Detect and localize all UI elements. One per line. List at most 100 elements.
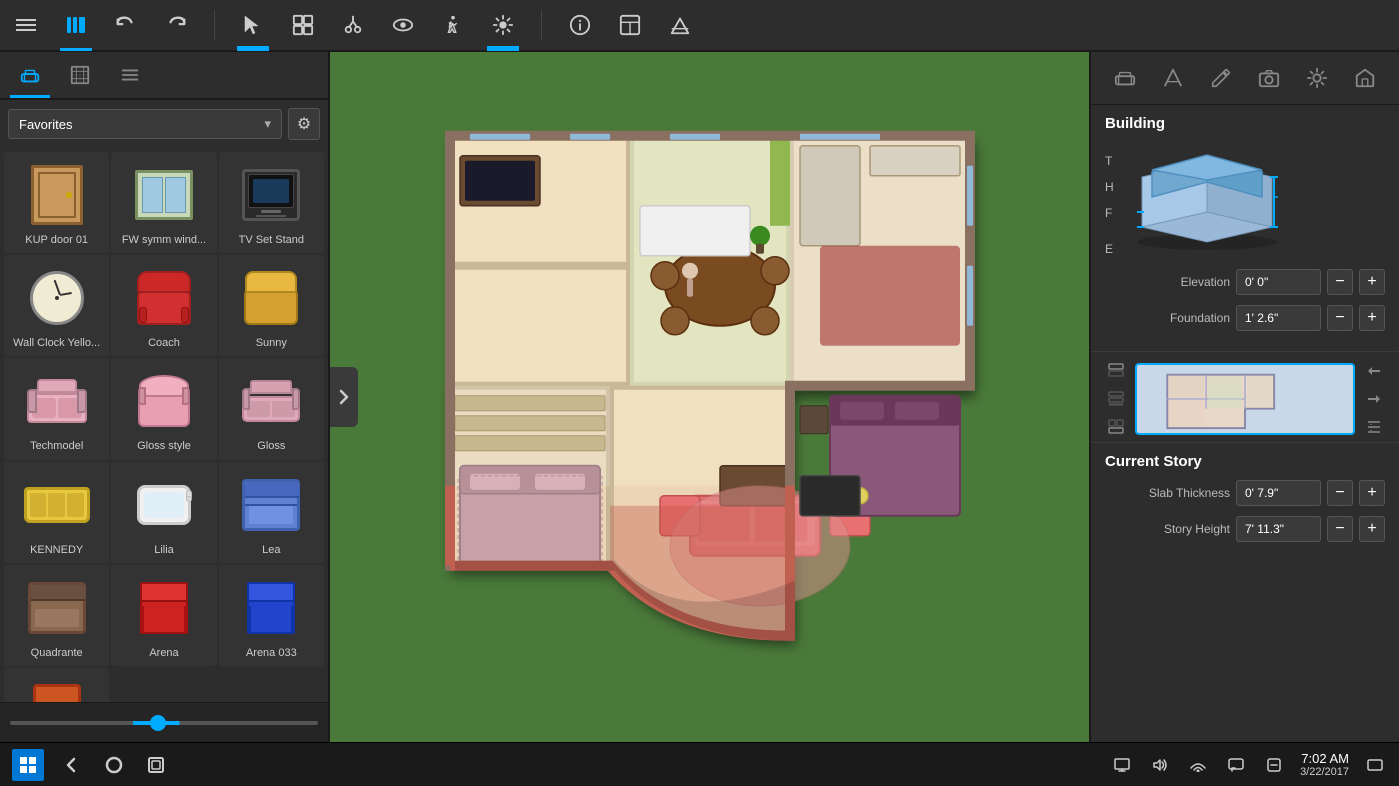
building-title: Building — [1105, 115, 1385, 132]
furniture-icon-tv — [236, 160, 306, 230]
label-T: T — [1105, 154, 1114, 168]
tab-furniture[interactable] — [10, 58, 50, 98]
favorites-dropdown[interactable]: Favorites ▾ — [8, 109, 282, 139]
rp-icon-walls[interactable] — [1155, 60, 1191, 96]
furniture-item-lilia[interactable]: Lilia — [111, 462, 216, 563]
foundation-minus-button[interactable]: − — [1327, 305, 1353, 331]
floor-icon-3[interactable] — [1105, 416, 1127, 438]
view-button[interactable] — [387, 9, 419, 41]
export-button[interactable] — [664, 9, 696, 41]
taskbar-notification-icon[interactable] — [1363, 753, 1387, 777]
floor-icon-right-2[interactable] — [1363, 388, 1385, 410]
walk-button[interactable] — [437, 9, 469, 41]
floor-icon-2[interactable] — [1105, 388, 1127, 410]
floor-plan-thumbnail[interactable] — [1135, 363, 1355, 435]
slab-plus-button[interactable]: + — [1359, 480, 1385, 506]
foundation-plus-button[interactable]: + — [1359, 305, 1385, 331]
furniture-item-tv-stand[interactable]: TV Set Stand — [219, 152, 324, 253]
elevation-plus-button[interactable]: + — [1359, 269, 1385, 295]
redo-button[interactable] — [160, 9, 192, 41]
taskbar-back-button[interactable] — [58, 751, 86, 779]
furniture-item-arena-033[interactable]: Arena 033 — [219, 565, 324, 666]
furniture-icon-plant — [22, 676, 92, 702]
floor-icons-left — [1105, 360, 1127, 438]
furniture-icon-door — [22, 160, 92, 230]
taskbar: 7:02 AM 3/22/2017 — [0, 742, 1399, 786]
elevation-input[interactable] — [1236, 269, 1321, 295]
furniture-item-arena[interactable]: Arena — [111, 565, 216, 666]
story-height-input[interactable] — [1236, 516, 1321, 542]
time-display: 7:02 AM — [1300, 751, 1349, 766]
taskbar-chat-icon[interactable] — [1224, 753, 1248, 777]
furniture-item-misc[interactable] — [4, 668, 109, 702]
furniture-item-lea[interactable]: Lea — [219, 462, 324, 563]
layout-button[interactable] — [614, 9, 646, 41]
furniture-label: KENNEDY — [30, 544, 83, 557]
building-section: Building T H F E — [1091, 105, 1399, 352]
building-3d-preview — [1122, 142, 1385, 257]
furniture-item-quadrante[interactable]: Quadrante — [4, 565, 109, 666]
elevation-row: Elevation − + — [1105, 269, 1385, 295]
taskbar-volume-icon[interactable] — [1148, 753, 1172, 777]
furniture-item-gloss-style[interactable]: Gloss style — [111, 358, 216, 459]
furniture-item-sunny[interactable]: Sunny — [219, 255, 324, 356]
canvas-area[interactable] — [330, 52, 1089, 742]
furniture-icon-chair-yellow — [236, 263, 306, 333]
thumbnail-slider[interactable] — [10, 721, 318, 725]
tab-blueprint[interactable] — [60, 58, 100, 98]
furniture-icon-sofa-yellow — [22, 470, 92, 540]
undo-button[interactable] — [110, 9, 142, 41]
elevation-label: Elevation — [1105, 275, 1230, 289]
story-height-minus-button[interactable]: − — [1327, 516, 1353, 542]
rp-icon-furniture[interactable] — [1107, 60, 1143, 96]
cut-button[interactable] — [337, 9, 369, 41]
canvas-expand-button[interactable] — [330, 367, 358, 427]
furniture-icon-chair-blue — [236, 573, 306, 643]
story-height-plus-button[interactable]: + — [1359, 516, 1385, 542]
slab-thickness-input[interactable] — [1236, 480, 1321, 506]
slab-minus-button[interactable]: − — [1327, 480, 1353, 506]
taskbar-monitor-icon[interactable] — [1110, 753, 1134, 777]
furniture-item-gloss[interactable]: Gloss — [219, 358, 324, 459]
foundation-input[interactable] — [1236, 305, 1321, 331]
select-button[interactable] — [237, 9, 269, 41]
rp-icon-pencil[interactable] — [1203, 60, 1239, 96]
favorites-label: Favorites — [19, 117, 72, 132]
info-button[interactable] — [564, 9, 596, 41]
main-area: Favorites ▾ ⚙ KUP door 01 — [0, 52, 1399, 742]
taskbar-tablet-icon[interactable] — [1262, 753, 1286, 777]
rp-icon-camera[interactable] — [1251, 60, 1287, 96]
floor-icon-1[interactable] — [1105, 360, 1127, 382]
furniture-item-wall-clock[interactable]: Wall Clock Yello... — [4, 255, 109, 356]
rp-icon-house[interactable] — [1347, 60, 1383, 96]
floor-icon-right-3[interactable] — [1363, 416, 1385, 438]
taskbar-circle-button[interactable] — [100, 751, 128, 779]
story-height-row: Story Height − + — [1105, 516, 1385, 542]
furniture-item-coach[interactable]: Coach — [111, 255, 216, 356]
furniture-item-techmodel[interactable]: Techmodel — [4, 358, 109, 459]
elevation-minus-button[interactable]: − — [1327, 269, 1353, 295]
start-button[interactable] — [12, 749, 44, 781]
group-button[interactable] — [287, 9, 319, 41]
library-button[interactable] — [60, 9, 92, 41]
floor-plan-canvas[interactable] — [330, 52, 1089, 742]
furniture-label: Sunny — [256, 337, 287, 350]
menu-button[interactable] — [10, 9, 42, 41]
furniture-item-kennedy[interactable]: KENNEDY — [4, 462, 109, 563]
sun-button[interactable] — [487, 9, 519, 41]
furniture-label: Techmodel — [30, 440, 83, 453]
tab-list[interactable] — [110, 58, 150, 98]
taskbar-time[interactable]: 7:02 AM 3/22/2017 — [1300, 751, 1349, 778]
furniture-label: Gloss — [257, 440, 285, 453]
gear-button[interactable]: ⚙ — [288, 108, 320, 140]
taskbar-network-icon[interactable] — [1186, 753, 1210, 777]
rp-icon-sun[interactable] — [1299, 60, 1335, 96]
furniture-icon-sofa-pink — [22, 366, 92, 436]
taskbar-window-button[interactable] — [142, 751, 170, 779]
toolbar-sep-2 — [541, 10, 542, 40]
floor-icons-right — [1363, 360, 1385, 438]
furniture-item-kup-door[interactable]: KUP door 01 — [4, 152, 109, 253]
floor-thumb-svg — [1137, 365, 1353, 433]
floor-icon-right-1[interactable] — [1363, 360, 1385, 382]
furniture-item-fw-window[interactable]: FW symm wind... — [111, 152, 216, 253]
